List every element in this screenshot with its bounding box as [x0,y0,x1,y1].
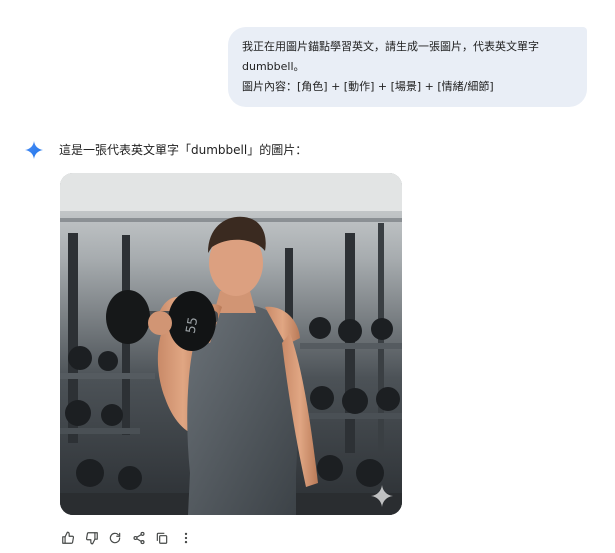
thumbs-up-icon[interactable] [60,530,76,546]
gemini-sparkle-icon [25,141,43,159]
copy-icon[interactable] [154,530,170,546]
response-actions [60,530,201,546]
response-text: 這是一張代表英文單字「dumbbell」的圖片： [59,143,308,157]
thumbs-down-icon[interactable] [84,530,100,546]
share-icon[interactable] [131,530,147,546]
user-message-line-3: 圖片內容：[角色] + [動作] + [場景] + [情緒/細節] [242,80,494,93]
regenerate-icon[interactable] [107,530,123,546]
more-vert-icon[interactable] [178,530,194,546]
user-message-line-2: dumbbell。 [242,60,305,73]
user-message-line-1: 我正在用圖片錨點學習英文，請生成一張圖片，代表英文單字 [242,40,539,53]
dumbbell-weight-label: 55 [184,316,202,335]
user-message-bubble: 我正在用圖片錨點學習英文，請生成一張圖片，代表英文單字 dumbbell。 圖片… [228,27,587,107]
generated-image[interactable]: 55 [60,173,402,515]
